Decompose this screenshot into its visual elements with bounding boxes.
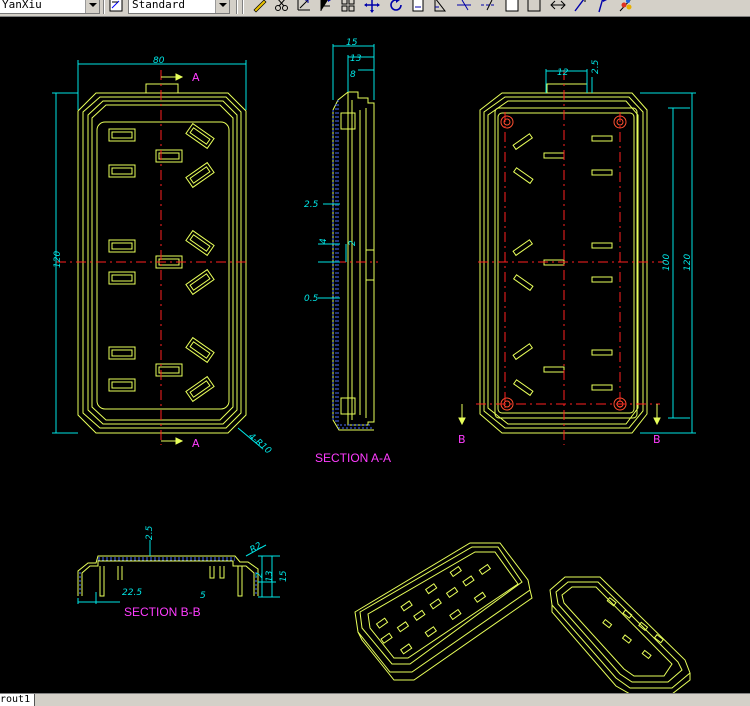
bb-dim-225: 22.5	[122, 588, 142, 598]
bb-dim-5: 5	[200, 591, 206, 601]
section-bb-title: SECTION B-B	[124, 605, 201, 619]
flag-icon[interactable]	[594, 0, 610, 14]
rect-icon[interactable]	[410, 0, 426, 14]
dim-icon[interactable]	[480, 0, 496, 14]
cad-drawing: 80 120 A A 4-R10 15 13 8 2.5 4 2 0.5 SEC…	[52, 38, 696, 693]
aa-dim-15: 15	[346, 38, 358, 48]
bb-dim-25: 2.5	[145, 525, 155, 540]
section-bb-outline	[77, 555, 259, 597]
bottom-dim-25: 2.5	[591, 59, 601, 74]
aa-dim-8: 8	[350, 70, 356, 80]
bottom-view-slots	[512, 133, 613, 397]
status-bar: rout1	[0, 693, 750, 706]
section-aa-outline	[332, 91, 375, 431]
grid-icon[interactable]	[340, 0, 356, 14]
angle-icon[interactable]	[432, 0, 448, 14]
text-style-value: YanXiu	[2, 0, 42, 11]
dim-style-icon[interactable]	[108, 0, 124, 14]
aa-dim-25: 2.5	[304, 200, 319, 210]
toolbar-separator	[242, 0, 244, 14]
bb-dim-15: 15	[279, 570, 289, 582]
aa-dim-05: 0.5	[304, 294, 319, 304]
pencil-icon[interactable]	[252, 0, 268, 14]
dim-style-value: Standard	[132, 0, 185, 11]
top-section-marker-a: A	[192, 71, 200, 84]
bottom-section-marker-b: B	[458, 433, 466, 446]
bb-top-dim-12: 12	[557, 68, 569, 78]
chevron-down-icon[interactable]	[215, 0, 229, 13]
section-arrows	[161, 73, 661, 445]
iso-view-front	[354, 542, 533, 681]
dim-style-select[interactable]: Standard	[128, 0, 230, 14]
bb-dim-2: 2	[255, 572, 265, 578]
layout-tab[interactable]: rout1	[0, 694, 36, 706]
move-icon[interactable]	[364, 0, 380, 14]
rect2-icon[interactable]	[504, 0, 520, 14]
insert-icon[interactable]	[318, 0, 334, 14]
arrow-edit-icon[interactable]	[296, 0, 312, 14]
rotate-icon[interactable]	[388, 0, 404, 14]
top-fillet-note: 4-R10	[246, 432, 273, 457]
top-dim-width: 80	[153, 56, 165, 66]
chevron-down-icon[interactable]	[85, 0, 99, 13]
top-dim-height: 120	[53, 251, 63, 268]
aa-dim-13: 13	[350, 54, 362, 64]
toolbar: YanXiu Standard	[0, 0, 750, 17]
move-arrow-icon[interactable]	[550, 0, 566, 14]
section-aa-title: SECTION A-A	[315, 451, 391, 465]
toolbar-separator	[236, 0, 238, 14]
drawing-canvas[interactable]: 80 120 A A 4-R10 15 13 8 2.5 4 2 0.5 SEC…	[0, 17, 750, 693]
top-section-marker-a2: A	[192, 437, 200, 450]
toolbar-separator	[103, 0, 105, 14]
section-bb-hatch	[79, 557, 257, 595]
bottom-section-marker-b2: B	[653, 433, 661, 446]
aa-dim-4: 4	[319, 238, 329, 244]
edit-icon[interactable]	[572, 0, 588, 14]
palette-icon[interactable]	[618, 0, 634, 14]
bb-dim-13: 13	[265, 570, 275, 582]
text-style-select[interactable]: YanXiu	[0, 0, 100, 14]
bottom-dim-100: 100	[662, 254, 672, 271]
scissors-icon[interactable]	[274, 0, 290, 14]
iso-view-back	[549, 576, 691, 693]
bottom-dim-120: 120	[683, 254, 693, 271]
aa-dim-2: 2	[348, 240, 358, 246]
snap-icon[interactable]	[456, 0, 472, 14]
rect-outline-icon[interactable]	[526, 0, 542, 14]
